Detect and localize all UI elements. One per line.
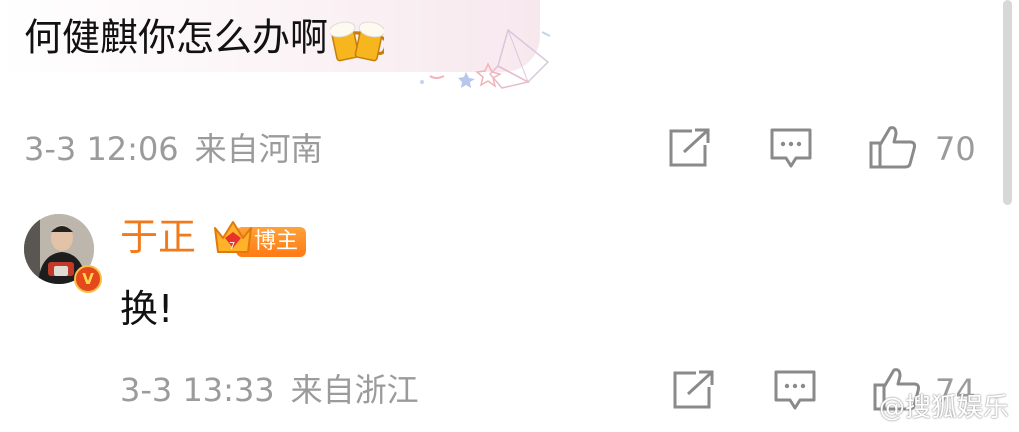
beer-mug-icon xyxy=(330,21,385,62)
reply-comment-icon[interactable] xyxy=(774,370,816,412)
scrollbar[interactable] xyxy=(1003,0,1012,205)
weibo-logo-icon xyxy=(835,394,874,420)
comment-icon[interactable] xyxy=(770,128,812,170)
reply-share-icon[interactable] xyxy=(672,370,716,410)
crown-icon: 7 xyxy=(214,221,252,253)
username[interactable]: 于正 xyxy=(120,215,196,259)
reply-timestamp: 3-3 13:33 xyxy=(120,371,275,409)
verified-badge-icon: V xyxy=(74,265,102,293)
comment-text-content: 何健麒你怎么办啊 xyxy=(24,15,329,60)
reply-text: 换! xyxy=(120,287,174,331)
thumbs-up-icon[interactable] xyxy=(868,124,918,170)
reply-location: 来自浙江 xyxy=(290,371,419,409)
comment-meta: 3-3 12:06 来自河南 xyxy=(24,131,323,167)
watermark-text: @搜狐娱乐 xyxy=(878,393,1009,423)
comment-text: 何健麒你怎么办啊 xyxy=(24,15,385,65)
reply-meta: 3-3 13:33 来自浙江 xyxy=(120,372,419,408)
blogger-badge: 博主 7 xyxy=(212,218,306,260)
svg-text:7: 7 xyxy=(229,241,235,252)
like-count: 70 xyxy=(935,130,976,168)
paper-crane-decoration xyxy=(420,28,551,89)
watermark: @搜狐娱乐 xyxy=(835,387,1009,424)
share-icon[interactable] xyxy=(668,128,712,168)
comment-timestamp: 3-3 12:06 xyxy=(24,130,179,168)
comment-location: 来自河南 xyxy=(194,130,323,168)
